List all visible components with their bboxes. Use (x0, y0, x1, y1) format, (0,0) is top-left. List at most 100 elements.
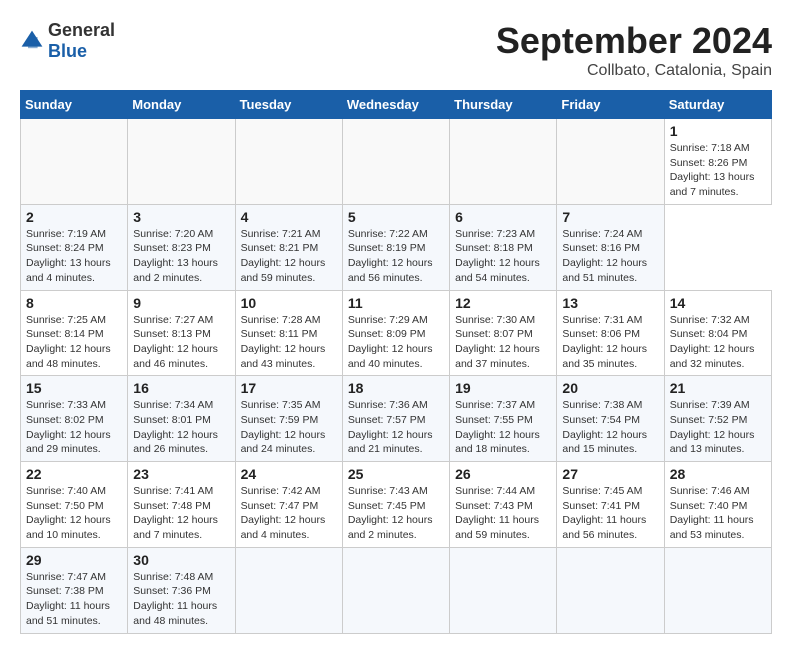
calendar-cell (128, 119, 235, 205)
col-friday: Friday (557, 91, 664, 119)
day-number: 30 (133, 552, 229, 568)
calendar-cell: 30 Sunrise: 7:48 AMSunset: 7:36 PMDaylig… (128, 547, 235, 633)
calendar-cell (342, 547, 449, 633)
day-number: 15 (26, 380, 122, 396)
calendar-cell: 7 Sunrise: 7:24 AMSunset: 8:16 PMDayligh… (557, 204, 664, 290)
calendar-cell: 12 Sunrise: 7:30 AMSunset: 8:07 PMDaylig… (450, 290, 557, 376)
header-row: Sunday Monday Tuesday Wednesday Thursday… (21, 91, 772, 119)
day-number: 19 (455, 380, 551, 396)
calendar-cell: 29 Sunrise: 7:47 AMSunset: 7:38 PMDaylig… (21, 547, 128, 633)
calendar-week-row: 1 Sunrise: 7:18 AMSunset: 8:26 PMDayligh… (21, 119, 772, 205)
day-info: Sunrise: 7:42 AMSunset: 7:47 PMDaylight:… (241, 484, 337, 543)
day-number: 22 (26, 466, 122, 482)
col-sunday: Sunday (21, 91, 128, 119)
calendar-cell (21, 119, 128, 205)
day-number: 16 (133, 380, 229, 396)
col-thursday: Thursday (450, 91, 557, 119)
calendar-cell: 13 Sunrise: 7:31 AMSunset: 8:06 PMDaylig… (557, 290, 664, 376)
calendar-cell: 17 Sunrise: 7:35 AMSunset: 7:59 PMDaylig… (235, 376, 342, 462)
day-info: Sunrise: 7:41 AMSunset: 7:48 PMDaylight:… (133, 484, 229, 543)
col-wednesday: Wednesday (342, 91, 449, 119)
day-number: 5 (348, 209, 444, 225)
day-info: Sunrise: 7:20 AMSunset: 8:23 PMDaylight:… (133, 227, 229, 286)
day-info: Sunrise: 7:18 AMSunset: 8:26 PMDaylight:… (670, 141, 766, 200)
calendar-cell: 11 Sunrise: 7:29 AMSunset: 8:09 PMDaylig… (342, 290, 449, 376)
calendar-cell: 20 Sunrise: 7:38 AMSunset: 7:54 PMDaylig… (557, 376, 664, 462)
calendar-cell: 8 Sunrise: 7:25 AMSunset: 8:14 PMDayligh… (21, 290, 128, 376)
day-number: 10 (241, 295, 337, 311)
day-number: 23 (133, 466, 229, 482)
logo-general: General (48, 20, 115, 40)
col-monday: Monday (128, 91, 235, 119)
day-info: Sunrise: 7:19 AMSunset: 8:24 PMDaylight:… (26, 227, 122, 286)
day-number: 8 (26, 295, 122, 311)
calendar-cell (342, 119, 449, 205)
logo: General Blue (20, 20, 115, 62)
calendar-week-row: 29 Sunrise: 7:47 AMSunset: 7:38 PMDaylig… (21, 547, 772, 633)
day-info: Sunrise: 7:43 AMSunset: 7:45 PMDaylight:… (348, 484, 444, 543)
day-info: Sunrise: 7:44 AMSunset: 7:43 PMDaylight:… (455, 484, 551, 543)
title-block: September 2024 Collbato, Catalonia, Spai… (496, 20, 772, 80)
calendar-cell: 2 Sunrise: 7:19 AMSunset: 8:24 PMDayligh… (21, 204, 128, 290)
calendar-cell: 3 Sunrise: 7:20 AMSunset: 8:23 PMDayligh… (128, 204, 235, 290)
calendar-cell: 24 Sunrise: 7:42 AMSunset: 7:47 PMDaylig… (235, 462, 342, 548)
day-info: Sunrise: 7:47 AMSunset: 7:38 PMDaylight:… (26, 570, 122, 629)
day-number: 26 (455, 466, 551, 482)
day-info: Sunrise: 7:35 AMSunset: 7:59 PMDaylight:… (241, 398, 337, 457)
calendar-cell: 23 Sunrise: 7:41 AMSunset: 7:48 PMDaylig… (128, 462, 235, 548)
day-info: Sunrise: 7:32 AMSunset: 8:04 PMDaylight:… (670, 313, 766, 372)
page-header: General Blue September 2024 Collbato, Ca… (20, 20, 772, 80)
day-info: Sunrise: 7:29 AMSunset: 8:09 PMDaylight:… (348, 313, 444, 372)
day-info: Sunrise: 7:37 AMSunset: 7:55 PMDaylight:… (455, 398, 551, 457)
calendar-cell: 22 Sunrise: 7:40 AMSunset: 7:50 PMDaylig… (21, 462, 128, 548)
calendar-cell: 27 Sunrise: 7:45 AMSunset: 7:41 PMDaylig… (557, 462, 664, 548)
calendar-cell: 15 Sunrise: 7:33 AMSunset: 8:02 PMDaylig… (21, 376, 128, 462)
day-number: 14 (670, 295, 766, 311)
col-tuesday: Tuesday (235, 91, 342, 119)
calendar-cell (450, 119, 557, 205)
day-info: Sunrise: 7:27 AMSunset: 8:13 PMDaylight:… (133, 313, 229, 372)
day-info: Sunrise: 7:34 AMSunset: 8:01 PMDaylight:… (133, 398, 229, 457)
day-number: 3 (133, 209, 229, 225)
day-number: 27 (562, 466, 658, 482)
logo-blue: Blue (48, 41, 87, 61)
logo-icon (20, 29, 44, 53)
day-info: Sunrise: 7:46 AMSunset: 7:40 PMDaylight:… (670, 484, 766, 543)
col-saturday: Saturday (664, 91, 771, 119)
calendar-cell: 5 Sunrise: 7:22 AMSunset: 8:19 PMDayligh… (342, 204, 449, 290)
calendar-week-row: 15 Sunrise: 7:33 AMSunset: 8:02 PMDaylig… (21, 376, 772, 462)
calendar-week-row: 2 Sunrise: 7:19 AMSunset: 8:24 PMDayligh… (21, 204, 772, 290)
day-number: 18 (348, 380, 444, 396)
day-number: 7 (562, 209, 658, 225)
day-number: 6 (455, 209, 551, 225)
day-info: Sunrise: 7:22 AMSunset: 8:19 PMDaylight:… (348, 227, 444, 286)
day-number: 13 (562, 295, 658, 311)
calendar-week-row: 22 Sunrise: 7:40 AMSunset: 7:50 PMDaylig… (21, 462, 772, 548)
month-title: September 2024 (496, 20, 772, 62)
day-info: Sunrise: 7:28 AMSunset: 8:11 PMDaylight:… (241, 313, 337, 372)
calendar-cell: 18 Sunrise: 7:36 AMSunset: 7:57 PMDaylig… (342, 376, 449, 462)
day-info: Sunrise: 7:25 AMSunset: 8:14 PMDaylight:… (26, 313, 122, 372)
day-info: Sunrise: 7:38 AMSunset: 7:54 PMDaylight:… (562, 398, 658, 457)
day-number: 11 (348, 295, 444, 311)
calendar-cell (235, 547, 342, 633)
calendar-cell (557, 119, 664, 205)
calendar-cell: 25 Sunrise: 7:43 AMSunset: 7:45 PMDaylig… (342, 462, 449, 548)
day-number: 21 (670, 380, 766, 396)
calendar-cell: 9 Sunrise: 7:27 AMSunset: 8:13 PMDayligh… (128, 290, 235, 376)
day-info: Sunrise: 7:36 AMSunset: 7:57 PMDaylight:… (348, 398, 444, 457)
location-subtitle: Collbato, Catalonia, Spain (496, 62, 772, 80)
day-number: 2 (26, 209, 122, 225)
day-info: Sunrise: 7:40 AMSunset: 7:50 PMDaylight:… (26, 484, 122, 543)
day-info: Sunrise: 7:23 AMSunset: 8:18 PMDaylight:… (455, 227, 551, 286)
day-info: Sunrise: 7:48 AMSunset: 7:36 PMDaylight:… (133, 570, 229, 629)
calendar-cell: 6 Sunrise: 7:23 AMSunset: 8:18 PMDayligh… (450, 204, 557, 290)
day-number: 1 (670, 123, 766, 139)
day-info: Sunrise: 7:45 AMSunset: 7:41 PMDaylight:… (562, 484, 658, 543)
calendar-cell (235, 119, 342, 205)
day-number: 20 (562, 380, 658, 396)
calendar-cell (450, 547, 557, 633)
day-number: 29 (26, 552, 122, 568)
calendar-cell: 26 Sunrise: 7:44 AMSunset: 7:43 PMDaylig… (450, 462, 557, 548)
day-number: 4 (241, 209, 337, 225)
